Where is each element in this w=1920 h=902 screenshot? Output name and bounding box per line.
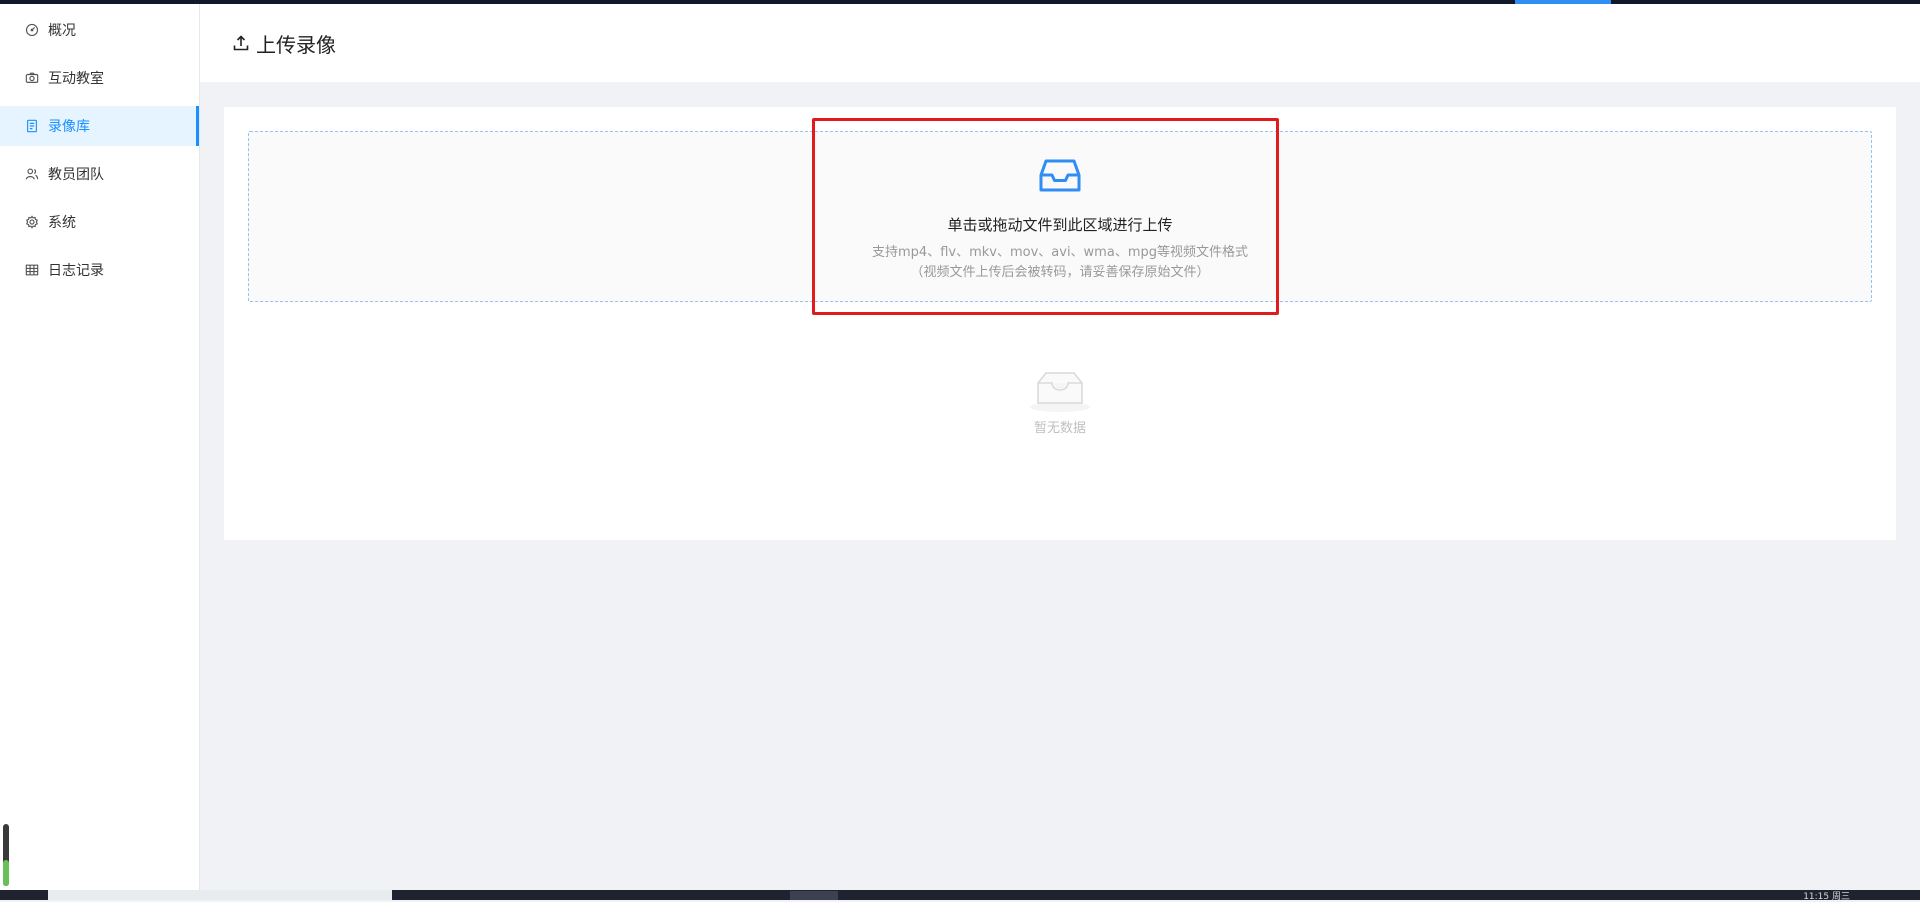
sidebar-item-logs[interactable]: 日志记录	[0, 250, 199, 290]
page-header: 上传录像	[200, 4, 1920, 82]
sidebar-menu: 概况 互动教室 录像库 教员团队 系统 日志记录	[0, 4, 199, 290]
side-scroll-indicator-fill	[3, 860, 9, 886]
upload-hint: 支持mp4、flv、mkv、mov、avi、wma、mpg等视频文件格式 （视频…	[872, 243, 1248, 283]
sidebar-item-system[interactable]: 系统	[0, 202, 199, 242]
upload-main-text: 单击或拖动文件到此区域进行上传	[947, 216, 1173, 234]
sidebar-item-label: 概况	[48, 23, 76, 39]
upload-dropzone[interactable]: 单击或拖动文件到此区域进行上传 支持mp4、flv、mkv、mov、avi、wm…	[248, 131, 1872, 302]
sidebar-item-label: 互动教室	[48, 71, 104, 87]
dashboard-icon	[24, 22, 40, 38]
upload-hint-transcode: （视频文件上传后会被转码，请妥善保存原始文件）	[910, 265, 1210, 280]
inbox-icon	[1039, 159, 1081, 192]
page-title: 上传录像	[256, 32, 336, 57]
empty-inbox-icon	[1030, 372, 1090, 412]
sidebar-item-label: 录像库	[48, 119, 90, 135]
camera-icon	[24, 70, 40, 86]
taskbar-clock: 11:15 周三	[1803, 892, 1850, 902]
taskbar-app-button[interactable]	[790, 891, 838, 900]
sidebar-item-classroom[interactable]: 互动教室	[0, 58, 199, 98]
sidebar: 概况 互动教室 录像库 教员团队 系统 日志记录	[0, 4, 200, 890]
sidebar-item-overview[interactable]: 概况	[0, 10, 199, 50]
sidebar-item-label: 教员团队	[48, 167, 104, 183]
sidebar-item-recordings[interactable]: 录像库	[0, 106, 199, 146]
upload-icon	[233, 35, 249, 51]
taskbar-search-box[interactable]	[48, 890, 392, 900]
sidebar-item-label: 日志记录	[48, 263, 104, 279]
side-scroll-indicator[interactable]	[3, 824, 9, 886]
taskbar: 11:15 周三	[0, 890, 1920, 902]
upload-card: 单击或拖动文件到此区域进行上传 支持mp4、flv、mkv、mov、avi、wm…	[224, 107, 1896, 540]
book-icon	[24, 118, 40, 134]
sidebar-item-team[interactable]: 教员团队	[0, 154, 199, 194]
empty-text: 暂无数据	[1033, 421, 1086, 436]
upload-hint-formats: 支持mp4、flv、mkv、mov、avi、wma、mpg等视频文件格式	[872, 245, 1248, 260]
gear-icon	[24, 214, 40, 230]
team-icon	[24, 166, 40, 182]
table-icon	[24, 262, 40, 278]
empty-state: 暂无数据	[224, 369, 1896, 436]
sidebar-item-label: 系统	[48, 215, 76, 231]
